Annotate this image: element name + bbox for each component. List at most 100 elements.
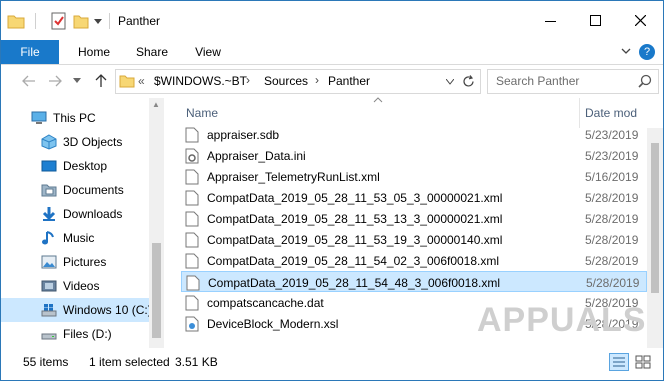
file-row[interactable]: Appraiser_TelemetryRunList.xml 5/16/2019 [181, 166, 647, 187]
nav-item-3d-objects[interactable]: 3D Objects [1, 130, 149, 154]
nav-item-desktop[interactable]: Desktop [1, 154, 149, 178]
file-icon [185, 232, 199, 248]
details-view-icon[interactable] [609, 353, 629, 371]
file-date: 5/28/2019 [585, 191, 639, 205]
nav-item-windows-10-c[interactable]: Windows 10 (C:) [1, 298, 152, 322]
tab-share[interactable]: Share [125, 40, 179, 64]
maximize-button[interactable] [573, 1, 618, 40]
close-button[interactable] [618, 1, 663, 40]
properties-icon[interactable] [51, 12, 67, 30]
folder-icon[interactable] [7, 12, 25, 30]
download-arrow-icon [42, 207, 56, 221]
file-name: CompatData_2019_05_28_11_53_19_3_0000014… [207, 233, 503, 247]
navigation-pane: This PC 3D Objects Desktop Documents Dow… [1, 98, 164, 348]
toolbar-separator [35, 13, 36, 29]
file-date: 5/28/2019 [586, 276, 640, 290]
file-icon [185, 211, 199, 227]
nav-label: This PC [53, 111, 96, 125]
windows-drive-icon [41, 304, 57, 317]
nav-label: Desktop [63, 159, 108, 173]
cube-icon [41, 134, 57, 150]
item-count: 55 items [23, 355, 69, 369]
nav-item-pictures[interactable]: Pictures [1, 250, 149, 274]
breadcrumb-windows-bt[interactable]: $WINDOWS.~BT [154, 74, 247, 88]
nav-item-videos[interactable]: Videos [1, 274, 149, 298]
file-list-scrollbar[interactable] [647, 128, 663, 348]
nav-item-this-pc[interactable]: This PC [1, 106, 149, 130]
large-icons-view-icon[interactable] [633, 353, 653, 371]
address-bar[interactable]: « $WINDOWS.~BT › Sources › Panther [115, 69, 481, 94]
recent-locations-icon[interactable] [73, 78, 81, 84]
address-dropdown-icon[interactable] [446, 79, 454, 85]
scroll-up-arrow-icon[interactable]: ▲ [152, 100, 160, 109]
computer-icon [31, 111, 47, 124]
tab-file[interactable]: File [1, 40, 59, 64]
file-date: 5/23/2019 [585, 149, 639, 163]
help-button[interactable]: ? [639, 44, 655, 60]
tab-view[interactable]: View [181, 40, 235, 64]
file-icon [185, 169, 199, 185]
file-icon [185, 295, 199, 311]
address-overflow-chevron[interactable]: « [138, 74, 145, 88]
close-icon [635, 15, 646, 26]
nav-scroll-thumb[interactable] [152, 243, 161, 338]
title-separator [109, 13, 110, 29]
file-scroll-thumb[interactable] [651, 143, 659, 293]
file-date: 5/16/2019 [585, 170, 639, 184]
settings-file-icon [185, 148, 199, 164]
column-header-name[interactable]: Name [186, 106, 218, 120]
file-row[interactable]: CompatData_2019_05_28_11_53_13_3_0000002… [181, 208, 647, 229]
file-date: 5/28/2019 [585, 254, 639, 268]
nav-item-downloads[interactable]: Downloads [1, 202, 149, 226]
refresh-icon[interactable] [462, 75, 475, 88]
file-icon [185, 190, 199, 206]
selection-size: 3.51 KB [175, 355, 218, 369]
status-bar: 55 items 1 item selected 3.51 KB [1, 348, 663, 380]
back-arrow-icon [22, 75, 35, 87]
nav-item-files-d[interactable]: Files (D:) [1, 322, 149, 346]
expand-ribbon-icon[interactable] [621, 46, 631, 56]
file-name: Appraiser_Data.ini [207, 149, 306, 163]
appuals-watermark: APPUALS [477, 301, 647, 339]
file-name: CompatData_2019_05_28_11_54_48_3_006f001… [208, 276, 501, 290]
address-row: « $WINDOWS.~BT › Sources › Panther Searc… [1, 65, 663, 97]
file-row[interactable]: CompatData_2019_05_28_11_53_05_3_0000002… [181, 187, 647, 208]
file-date: 5/28/2019 [585, 233, 639, 247]
nav-scrollbar[interactable]: ▲ [149, 98, 164, 348]
forward-arrow-icon [49, 75, 62, 87]
file-row[interactable]: CompatData_2019_05_28_11_53_19_3_0000014… [181, 229, 647, 250]
tab-home[interactable]: Home [67, 40, 121, 64]
file-row[interactable]: appraiser.sdb 5/23/2019 [181, 124, 647, 145]
file-name: appraiser.sdb [207, 128, 280, 142]
maximize-icon [590, 15, 601, 26]
quick-access-dropdown-icon[interactable] [94, 19, 102, 25]
nav-label: 3D Objects [63, 135, 123, 149]
file-name: CompatData_2019_05_28_11_53_05_3_0000002… [207, 191, 503, 205]
nav-item-music[interactable]: Music [1, 226, 149, 250]
breadcrumb-separator[interactable]: › [315, 73, 319, 87]
xsl-file-icon [185, 316, 199, 332]
nav-item-documents[interactable]: Documents [1, 178, 149, 202]
file-date: 5/23/2019 [585, 128, 639, 142]
up-button[interactable] [93, 73, 109, 89]
desktop-icon [41, 160, 57, 172]
minimize-button[interactable] [528, 1, 573, 40]
new-folder-icon[interactable] [73, 12, 89, 30]
column-header-date[interactable]: Date mod [585, 106, 637, 120]
back-button[interactable] [21, 73, 37, 89]
file-name: DeviceBlock_Modern.xsl [207, 317, 339, 331]
breadcrumb-separator[interactable]: › [246, 73, 250, 87]
file-row-selected[interactable]: CompatData_2019_05_28_11_54_48_3_006f001… [181, 271, 647, 292]
breadcrumb-sources[interactable]: Sources [264, 74, 308, 88]
breadcrumb-panther[interactable]: Panther [328, 74, 370, 88]
minimize-icon [545, 20, 556, 22]
forward-button[interactable] [47, 73, 63, 89]
videos-icon [41, 280, 57, 292]
nav-label: Videos [63, 279, 100, 293]
music-note-icon [42, 231, 54, 245]
search-input[interactable]: Search Panther [487, 69, 659, 94]
folder-icon [119, 75, 135, 88]
file-row[interactable]: Appraiser_Data.ini 5/23/2019 [181, 145, 647, 166]
file-row[interactable]: CompatData_2019_05_28_11_54_02_3_006f001… [181, 250, 647, 271]
search-placeholder: Search Panther [496, 74, 580, 88]
